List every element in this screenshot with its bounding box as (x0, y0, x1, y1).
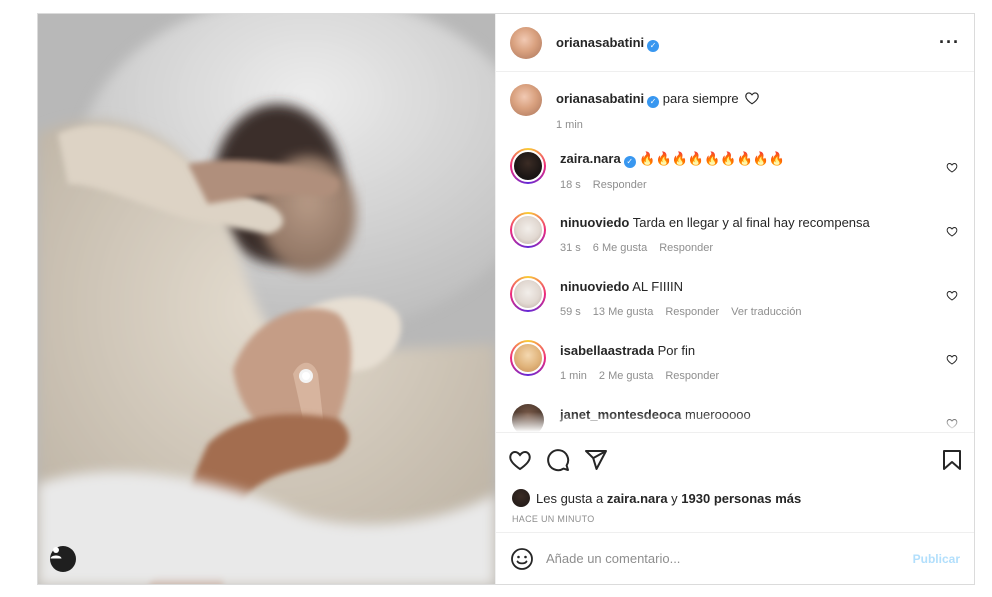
add-comment-bar: Publicar (496, 532, 974, 584)
verified-icon: ✓ (623, 156, 636, 168)
post-caption: orianasabatini ✓ para siempre 1 min (510, 84, 960, 148)
comment-username[interactable]: isabellaastrada (560, 343, 654, 358)
post-sidebar: orianasabatini ✓ ··· orianasabatini ✓ para… (495, 14, 974, 584)
comment: ninuoviedo Tarda en llegar y al final ha… (510, 212, 960, 276)
verified-icon: ✓ (647, 96, 660, 108)
scroll-fade (496, 412, 974, 432)
comment-time: 1 min (560, 370, 587, 382)
heart-outline-icon (745, 92, 760, 105)
comment: ninuoviedo AL FIIIIN 59 s 13 Me gusta Re… (510, 276, 960, 340)
post-header: orianasabatini ✓ ··· (496, 14, 974, 72)
comment-likes-count[interactable]: 6 Me gusta (593, 240, 647, 257)
comment-icon[interactable] (546, 448, 570, 472)
like-comment-heart-icon[interactable] (946, 226, 958, 237)
comment-likes-count[interactable]: 13 Me gusta (593, 304, 654, 321)
more-options-icon[interactable]: ··· (939, 32, 960, 53)
bookmark-icon[interactable] (942, 449, 962, 471)
action-bar (496, 432, 974, 486)
post-modal: orianasabatini ✓ ··· orianasabatini ✓ para… (37, 13, 975, 585)
reply-button[interactable]: Responder (665, 368, 719, 385)
caption-avatar[interactable] (510, 84, 542, 116)
verified-icon: ✓ (647, 39, 660, 52)
comment: zaira.nara ✓ 🔥🔥🔥🔥🔥🔥🔥🔥🔥 18 s Responder (510, 148, 960, 212)
caption-username[interactable]: orianasabatini (556, 91, 644, 106)
reply-button[interactable]: Responder (593, 177, 647, 194)
comment-avatar[interactable] (510, 340, 546, 376)
comment-time: 18 s (560, 179, 581, 191)
comment-username[interactable]: ninuoviedo (560, 279, 629, 294)
comment: isabellaastrada Por fin 1 min 2 Me gusta… (510, 340, 960, 404)
like-comment-heart-icon[interactable] (946, 162, 958, 173)
author-username[interactable]: orianasabatini ✓ (556, 34, 660, 52)
comment-time: 59 s (560, 306, 581, 318)
comment-time: 31 s (560, 242, 581, 254)
photo-illustration (38, 14, 495, 584)
liker-avatar[interactable] (512, 489, 530, 507)
emoji-icon[interactable] (510, 547, 534, 571)
user-tag-icon[interactable] (50, 546, 76, 572)
heart-icon[interactable] (508, 449, 532, 471)
likes-summary: Les gusta a zaira.nara y 1930 personas m… (496, 486, 974, 510)
comment-text: AL FIIIIN (632, 279, 684, 294)
reply-button[interactable]: Responder (665, 304, 719, 321)
caption-text: para siempre (662, 91, 739, 106)
like-comment-heart-icon[interactable] (946, 290, 958, 301)
comment-text: Tarda en llegar y al final hay recompens… (632, 215, 870, 230)
author-avatar[interactable] (510, 26, 542, 59)
like-comment-heart-icon[interactable] (946, 354, 958, 365)
comment-username[interactable]: zaira.nara (560, 151, 621, 166)
see-translation-button[interactable]: Ver traducción (731, 304, 801, 321)
post-photo[interactable] (38, 14, 495, 584)
post-timestamp: HACE UN MINUTO (512, 514, 595, 524)
caption-time: 1 min (556, 119, 583, 131)
share-icon[interactable] (584, 448, 608, 472)
comment-text: 🔥🔥🔥🔥🔥🔥🔥🔥🔥 (639, 151, 786, 166)
comment-avatar[interactable] (510, 148, 546, 184)
comments-list[interactable]: orianasabatini ✓ para siempre 1 min zaira… (496, 72, 974, 432)
likes-prefix: Les gusta a (536, 490, 604, 506)
comment-avatar[interactable] (510, 212, 546, 248)
comment-text: Por fin (657, 343, 696, 358)
comment-avatar[interactable] (510, 276, 546, 312)
comment-input[interactable] (546, 551, 905, 566)
comment-likes-count[interactable]: 2 Me gusta (599, 368, 653, 385)
publish-button[interactable]: Publicar (913, 552, 960, 566)
likes-others-link[interactable]: 1930 personas más (681, 491, 801, 506)
liker-username[interactable]: zaira.nara (607, 491, 668, 506)
reply-button[interactable]: Responder (659, 240, 713, 257)
comment-username[interactable]: ninuoviedo (560, 215, 629, 230)
likes-connector: y (671, 490, 678, 506)
